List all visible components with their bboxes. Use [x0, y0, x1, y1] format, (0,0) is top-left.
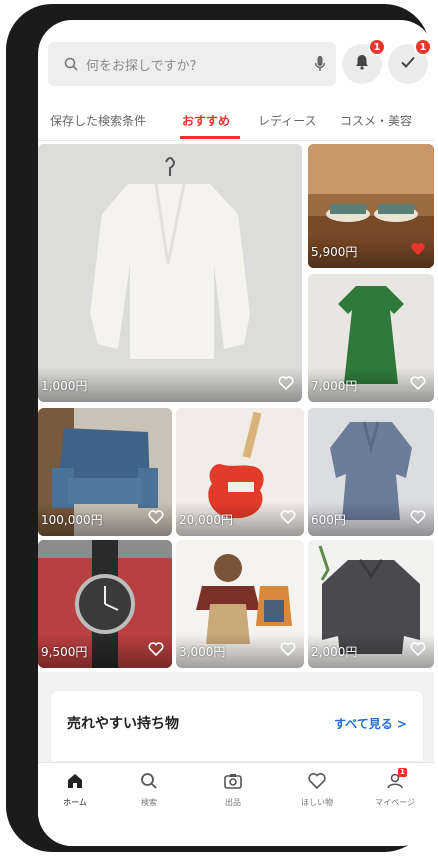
item-price: 20,000円: [179, 513, 233, 527]
item-price: 1,000円: [41, 379, 88, 393]
item-tile[interactable]: 20,000円: [176, 408, 304, 536]
heart-icon[interactable]: [410, 375, 426, 394]
nav-label: ほしい物: [301, 798, 333, 807]
heart-filled-icon[interactable]: [410, 241, 426, 260]
nav-mypage[interactable]: 1 マイページ: [362, 768, 428, 808]
item-tile[interactable]: 3,000円: [176, 540, 304, 668]
search-bar[interactable]: 何をお探しですか?: [48, 42, 336, 86]
heart-icon[interactable]: [278, 375, 294, 394]
item-price: 5,900円: [311, 245, 358, 259]
tab-saved-searches[interactable]: 保存した検索条件: [50, 112, 146, 129]
todo-badge: 1: [414, 38, 432, 56]
active-tab-indicator: [180, 136, 240, 139]
nav-label: マイページ: [375, 798, 415, 807]
microphone-icon[interactable]: [304, 55, 336, 73]
notification-badge: 1: [368, 38, 386, 56]
item-tile[interactable]: 100,000円: [38, 408, 172, 536]
search-icon: [139, 773, 159, 795]
heart-icon: [307, 773, 327, 795]
nav-sell[interactable]: 出品: [200, 771, 266, 808]
home-icon: [65, 774, 85, 795]
heart-icon[interactable]: [280, 641, 296, 660]
tab-cosmetics[interactable]: コスメ・美容: [340, 112, 412, 129]
phone-frame: 何をお探しですか? 1 1 保存した検索条件 おすすめ レディース コスメ・美容: [6, 4, 434, 852]
item-price: 9,500円: [41, 645, 88, 659]
heart-icon[interactable]: [410, 509, 426, 528]
nav-wishlist[interactable]: ほしい物: [284, 771, 350, 808]
item-tile[interactable]: 600円: [308, 408, 434, 536]
category-tabs: 保存した検索条件 おすすめ レディース コスメ・美容: [38, 104, 434, 141]
nav-home[interactable]: ホーム: [42, 771, 108, 808]
popular-items-section: 売れやすい持ち物 すべて見る >: [50, 690, 424, 761]
heart-icon[interactable]: [148, 509, 164, 528]
item-price: 2,000円: [311, 645, 358, 659]
nav-label: 検索: [141, 798, 157, 807]
search-icon: [56, 57, 86, 71]
app-screen: 何をお探しですか? 1 1 保存した検索条件 おすすめ レディース コスメ・美容: [38, 20, 434, 846]
person-icon: 1: [385, 768, 407, 795]
search-input[interactable]: 何をお探しですか?: [86, 55, 304, 74]
item-tile[interactable]: 9,500円: [38, 540, 172, 668]
cardigan-photo: [38, 144, 302, 402]
item-price: 100,000円: [41, 513, 103, 527]
see-all-link[interactable]: すべて見る >: [334, 715, 407, 732]
bottom-navigation: ホーム 検索 出品 ほしい物 1 マイページ: [38, 762, 434, 846]
todo-button[interactable]: 1: [388, 38, 432, 84]
checkmark-icon: [399, 53, 417, 75]
heart-icon[interactable]: [410, 641, 426, 660]
item-tile[interactable]: 2,000円: [308, 540, 434, 668]
item-price: 3,000円: [179, 645, 226, 659]
nav-search[interactable]: 検索: [116, 771, 182, 808]
item-tile[interactable]: 5,900円: [308, 144, 434, 268]
heart-icon[interactable]: [280, 509, 296, 528]
tab-recommended[interactable]: おすすめ: [182, 112, 230, 129]
nav-label: 出品: [225, 798, 241, 807]
mypage-badge: 1: [398, 768, 407, 777]
item-price: 600円: [311, 513, 346, 527]
tab-ladies[interactable]: レディース: [258, 112, 317, 129]
item-price: 7,000円: [311, 379, 358, 393]
notifications-button[interactable]: 1: [342, 38, 386, 84]
item-tile[interactable]: 1,000円: [38, 144, 302, 402]
section-title: 売れやすい持ち物: [67, 716, 179, 732]
heart-icon[interactable]: [148, 641, 164, 660]
bell-icon: [353, 53, 371, 75]
nav-label: ホーム: [63, 798, 87, 807]
item-tile[interactable]: 7,000円: [308, 274, 434, 402]
camera-icon: [223, 774, 243, 795]
